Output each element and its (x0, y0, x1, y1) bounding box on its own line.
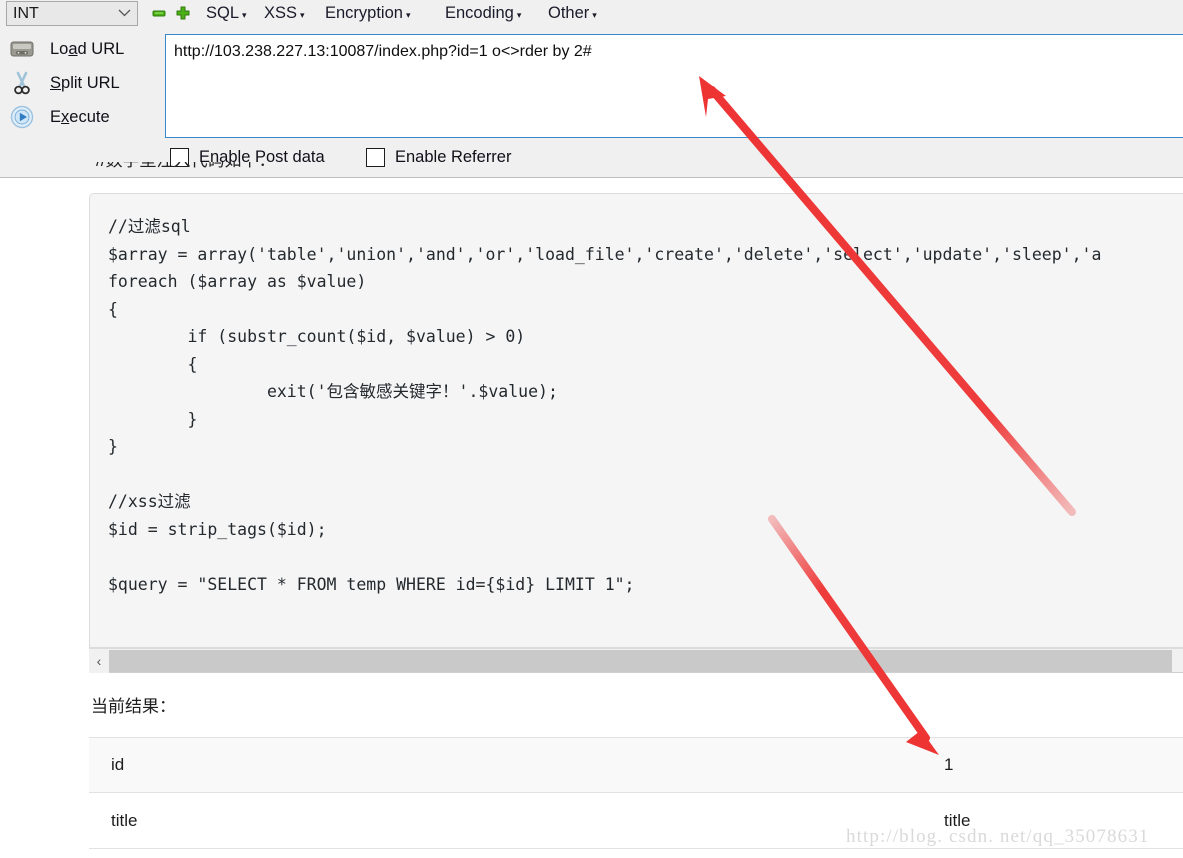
menu-xss-label: XSS (264, 3, 298, 22)
scrollbar-thumb[interactable] (109, 650, 1172, 672)
row-key: id (111, 755, 125, 774)
menu-sql[interactable]: SQL ▾ (204, 0, 249, 26)
caret-down-icon: ▾ (405, 9, 411, 20)
minus-icon[interactable] (152, 6, 166, 20)
menu-other[interactable]: Other ▾ (546, 0, 599, 26)
chevron-down-icon (118, 8, 131, 20)
code-content: //过滤sql $array = array('table','union','… (108, 217, 1102, 594)
table-row: id 1 (89, 737, 1183, 793)
menu-encryption-label: Encryption (325, 3, 403, 22)
row-key: title (111, 810, 138, 830)
results-label: 当前结果： (91, 697, 176, 716)
code-horizontal-scrollbar[interactable]: ‹ (89, 648, 1183, 673)
enable-referrer-checkbox[interactable]: Enable Referrer (366, 148, 511, 167)
execute-label: Execute (50, 107, 110, 126)
menu-encryption[interactable]: Encryption ▾ (323, 0, 413, 26)
checkbox-box[interactable] (366, 148, 385, 167)
menu-encoding[interactable]: Encoding ▾ (443, 0, 523, 26)
split-url-button[interactable]: Split URL (8, 66, 120, 100)
caret-down-icon: ▾ (592, 9, 597, 20)
scissors-icon (8, 69, 36, 97)
hackbar-menu-row: INT SQL ▾ XSS ▾ Encryption ▾ Encoding ▾ … (0, 0, 1183, 26)
clipped-page-text: //数字型注入代码如下： (96, 162, 296, 178)
caret-down-icon: ▾ (300, 9, 305, 20)
menu-xss[interactable]: XSS ▾ (262, 0, 307, 26)
execute-icon (8, 103, 36, 131)
row-value: 1 (944, 755, 954, 774)
menu-sql-label: SQL (206, 3, 240, 22)
menu-other-label: Other (548, 3, 590, 22)
load-url-icon (8, 35, 36, 63)
url-input[interactable]: http://103.238.227.13:10087/index.php?id… (165, 34, 1183, 138)
type-select-value: INT (13, 4, 39, 22)
hackbar-panel: INT SQL ▾ XSS ▾ Encryption ▾ Encoding ▾ … (0, 0, 1183, 178)
type-select[interactable]: INT (6, 1, 138, 26)
caret-down-icon: ▾ (242, 9, 247, 20)
split-url-label: Split URL (50, 73, 120, 92)
plus-icon[interactable] (176, 6, 190, 20)
enable-referrer-label: Enable Referrer (395, 148, 512, 166)
code-block: //过滤sql $array = array('table','union','… (89, 193, 1183, 648)
watermark: http://blog. csdn. net/qq_35078631 (846, 826, 1150, 847)
load-url-label: Load URL (50, 39, 125, 58)
load-url-button[interactable]: Load URL (8, 32, 124, 66)
execute-button[interactable]: Execute (8, 100, 110, 134)
caret-down-icon: ▾ (516, 9, 522, 20)
menu-encoding-label: Encoding (445, 3, 514, 22)
scroll-left-icon[interactable]: ‹ (89, 649, 109, 673)
